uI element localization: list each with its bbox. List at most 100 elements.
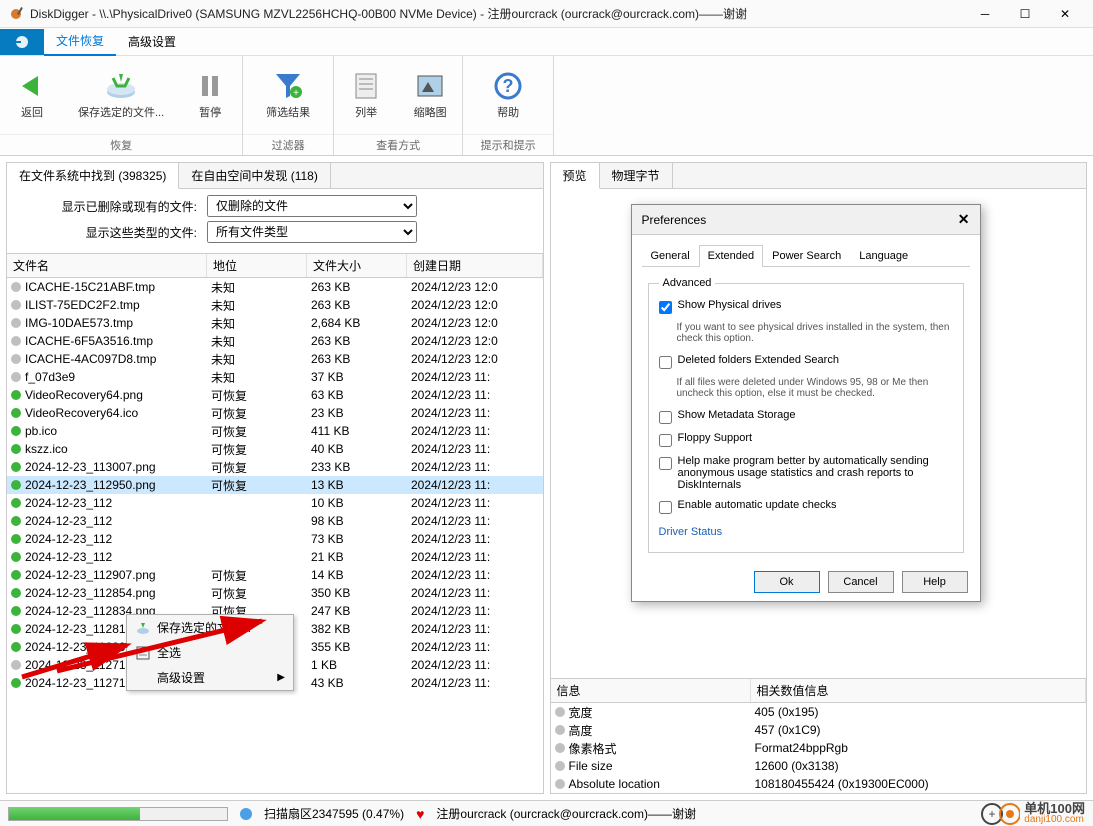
file-row[interactable]: ICACHE-15C21ABF.tmp 未知 263 KB 2024/12/23… bbox=[7, 278, 543, 296]
tab-file-recovery[interactable]: 文件恢复 bbox=[44, 28, 116, 56]
list-view-button[interactable]: 列举 bbox=[334, 56, 398, 134]
info-value: 457 (0x1C9) bbox=[755, 723, 821, 737]
file-status: 可恢复 bbox=[211, 567, 311, 584]
right-pane: 预览 物理字节 Preferences ✕ General Extended P… bbox=[550, 162, 1088, 794]
info-row: File size 12600 (0x3138) bbox=[551, 757, 1087, 775]
pause-button[interactable]: 暂停 bbox=[178, 56, 242, 134]
driver-status-link[interactable]: Driver Status bbox=[659, 526, 953, 538]
info-dot-icon bbox=[555, 743, 565, 753]
check-floppy[interactable] bbox=[659, 434, 672, 447]
file-status: 可恢复 bbox=[211, 585, 311, 602]
ctx-save-selected[interactable]: 保存选定的文件... bbox=[127, 615, 293, 640]
tab-filesystem-found[interactable]: 在文件系统中找到 (398325) bbox=[7, 163, 179, 189]
filter-type-select[interactable]: 所有文件类型 bbox=[207, 221, 417, 243]
brand-logo[interactable]: + 单机100网 danji100.com bbox=[980, 802, 1085, 826]
app-menu-icon[interactable] bbox=[0, 29, 44, 55]
file-row[interactable]: pb.ico 可恢复 411 KB 2024/12/23 11: bbox=[7, 422, 543, 440]
list-icon bbox=[348, 70, 384, 102]
col-status[interactable]: 地位 bbox=[207, 254, 307, 277]
file-row[interactable]: 2024-12-23_112 10 KB 2024/12/23 11: bbox=[7, 494, 543, 512]
file-row[interactable]: f_07d3e9 未知 37 KB 2024/12/23 11: bbox=[7, 368, 543, 386]
file-size: 14 KB bbox=[311, 568, 411, 582]
file-size: 411 KB bbox=[311, 424, 411, 438]
file-row[interactable]: ICACHE-6F5A3516.tmp 未知 263 KB 2024/12/23… bbox=[7, 332, 543, 350]
file-row[interactable]: VideoRecovery64.ico 可恢复 23 KB 2024/12/23… bbox=[7, 404, 543, 422]
file-name: 2024-12-23_112950.png bbox=[25, 478, 211, 492]
info-col-key[interactable]: 信息 bbox=[551, 679, 751, 702]
info-col-value[interactable]: 相关数值信息 bbox=[751, 679, 1087, 702]
filter-button[interactable]: + 筛选结果 bbox=[243, 56, 333, 134]
tab-preview[interactable]: 预览 bbox=[551, 163, 600, 189]
file-size: 13 KB bbox=[311, 478, 411, 492]
status-dot-icon bbox=[11, 444, 21, 454]
select-all-icon bbox=[135, 645, 151, 661]
file-row[interactable]: kszz.ico 可恢复 40 KB 2024/12/23 11: bbox=[7, 440, 543, 458]
check-usage-stats[interactable] bbox=[659, 457, 672, 470]
file-row[interactable]: 2024-12-23_112 98 KB 2024/12/23 11: bbox=[7, 512, 543, 530]
pref-tab-power[interactable]: Power Search bbox=[763, 245, 850, 266]
status-dot-icon bbox=[11, 624, 21, 634]
file-row[interactable]: 2024-12-23_112907.png 可恢复 14 KB 2024/12/… bbox=[7, 566, 543, 584]
file-name: 2024-12-23_112907.png bbox=[25, 568, 211, 582]
pref-ok-button[interactable]: Ok bbox=[754, 571, 820, 593]
pref-tab-extended[interactable]: Extended bbox=[699, 245, 763, 267]
right-tabs: 预览 物理字节 bbox=[551, 163, 1087, 189]
file-row[interactable]: 2024-12-23_112950.png 可恢复 13 KB 2024/12/… bbox=[7, 476, 543, 494]
info-value: Format24bppRgb bbox=[755, 741, 848, 755]
maximize-button[interactable]: ☐ bbox=[1005, 2, 1045, 26]
info-dot-icon bbox=[555, 779, 565, 789]
file-row[interactable]: ILIST-75EDC2F2.tmp 未知 263 KB 2024/12/23 … bbox=[7, 296, 543, 314]
file-name: kszz.ico bbox=[25, 442, 211, 456]
file-row[interactable]: IMG-10DAE573.tmp 未知 2,684 KB 2024/12/23 … bbox=[7, 314, 543, 332]
status-dot-icon bbox=[11, 390, 21, 400]
title-bar: DiskDigger - \\.\PhysicalDrive0 (SAMSUNG… bbox=[0, 0, 1093, 28]
save-selected-button[interactable]: 保存选定的文件... bbox=[64, 56, 178, 134]
pref-tab-general[interactable]: General bbox=[642, 245, 699, 266]
pref-help-button[interactable]: Help bbox=[902, 571, 968, 593]
file-row[interactable]: 2024-12-23_112 21 KB 2024/12/23 11: bbox=[7, 548, 543, 566]
file-row[interactable]: 2024-12-23_112 73 KB 2024/12/23 11: bbox=[7, 530, 543, 548]
tab-advanced-settings[interactable]: 高级设置 bbox=[116, 28, 188, 56]
svg-text:+: + bbox=[989, 807, 996, 821]
file-name: 2024-12-23_112 bbox=[25, 532, 211, 546]
file-size: 1 KB bbox=[311, 658, 411, 672]
pref-cancel-button[interactable]: Cancel bbox=[828, 571, 894, 593]
file-date: 2024/12/23 11: bbox=[411, 478, 543, 492]
filter-deleted-select[interactable]: 仅删除的文件 bbox=[207, 195, 417, 217]
ctx-advanced[interactable]: 高级设置 ▶ bbox=[127, 665, 293, 690]
file-size: 40 KB bbox=[311, 442, 411, 456]
thumb-view-button[interactable]: 缩略图 bbox=[398, 56, 462, 134]
back-arrow-icon bbox=[14, 70, 50, 102]
file-list[interactable]: ICACHE-15C21ABF.tmp 未知 263 KB 2024/12/23… bbox=[7, 278, 543, 793]
file-name: ICACHE-6F5A3516.tmp bbox=[25, 334, 211, 348]
tab-free-space-found[interactable]: 在自由空间中发现 (118) bbox=[179, 163, 330, 188]
check-show-physical[interactable] bbox=[659, 301, 672, 314]
ctx-select-all[interactable]: 全选 bbox=[127, 640, 293, 665]
pref-close-button[interactable]: ✕ bbox=[958, 211, 970, 228]
brand-icon: + bbox=[980, 802, 1020, 826]
col-filename[interactable]: 文件名 bbox=[7, 254, 207, 277]
file-size: 247 KB bbox=[311, 604, 411, 618]
check-auto-update[interactable] bbox=[659, 501, 672, 514]
check-deleted-folders[interactable] bbox=[659, 356, 672, 369]
file-row[interactable]: 2024-12-23_112854.png 可恢复 350 KB 2024/12… bbox=[7, 584, 543, 602]
file-size: 263 KB bbox=[311, 352, 411, 366]
file-date: 2024/12/23 11: bbox=[411, 658, 543, 672]
tab-physical-bytes[interactable]: 物理字节 bbox=[600, 163, 673, 188]
minimize-button[interactable]: ─ bbox=[965, 2, 1005, 26]
file-row[interactable]: 2024-12-23_113007.png 可恢复 233 KB 2024/12… bbox=[7, 458, 543, 476]
col-size[interactable]: 文件大小 bbox=[307, 254, 407, 277]
back-button[interactable]: 返回 bbox=[0, 56, 64, 134]
pref-tab-language[interactable]: Language bbox=[850, 245, 917, 266]
close-button[interactable]: ✕ bbox=[1045, 2, 1085, 26]
help-button[interactable]: ? 帮助 bbox=[463, 56, 553, 134]
status-dot-icon bbox=[11, 336, 21, 346]
check-metadata[interactable] bbox=[659, 411, 672, 424]
info-key: 像素格式 bbox=[569, 740, 755, 757]
file-row[interactable]: VideoRecovery64.png 可恢复 63 KB 2024/12/23… bbox=[7, 386, 543, 404]
status-dot-icon bbox=[11, 552, 21, 562]
file-status: 可恢复 bbox=[211, 459, 311, 476]
file-size: 73 KB bbox=[311, 532, 411, 546]
file-row[interactable]: ICACHE-4AC097D8.tmp 未知 263 KB 2024/12/23… bbox=[7, 350, 543, 368]
col-date[interactable]: 创建日期 bbox=[407, 254, 543, 277]
